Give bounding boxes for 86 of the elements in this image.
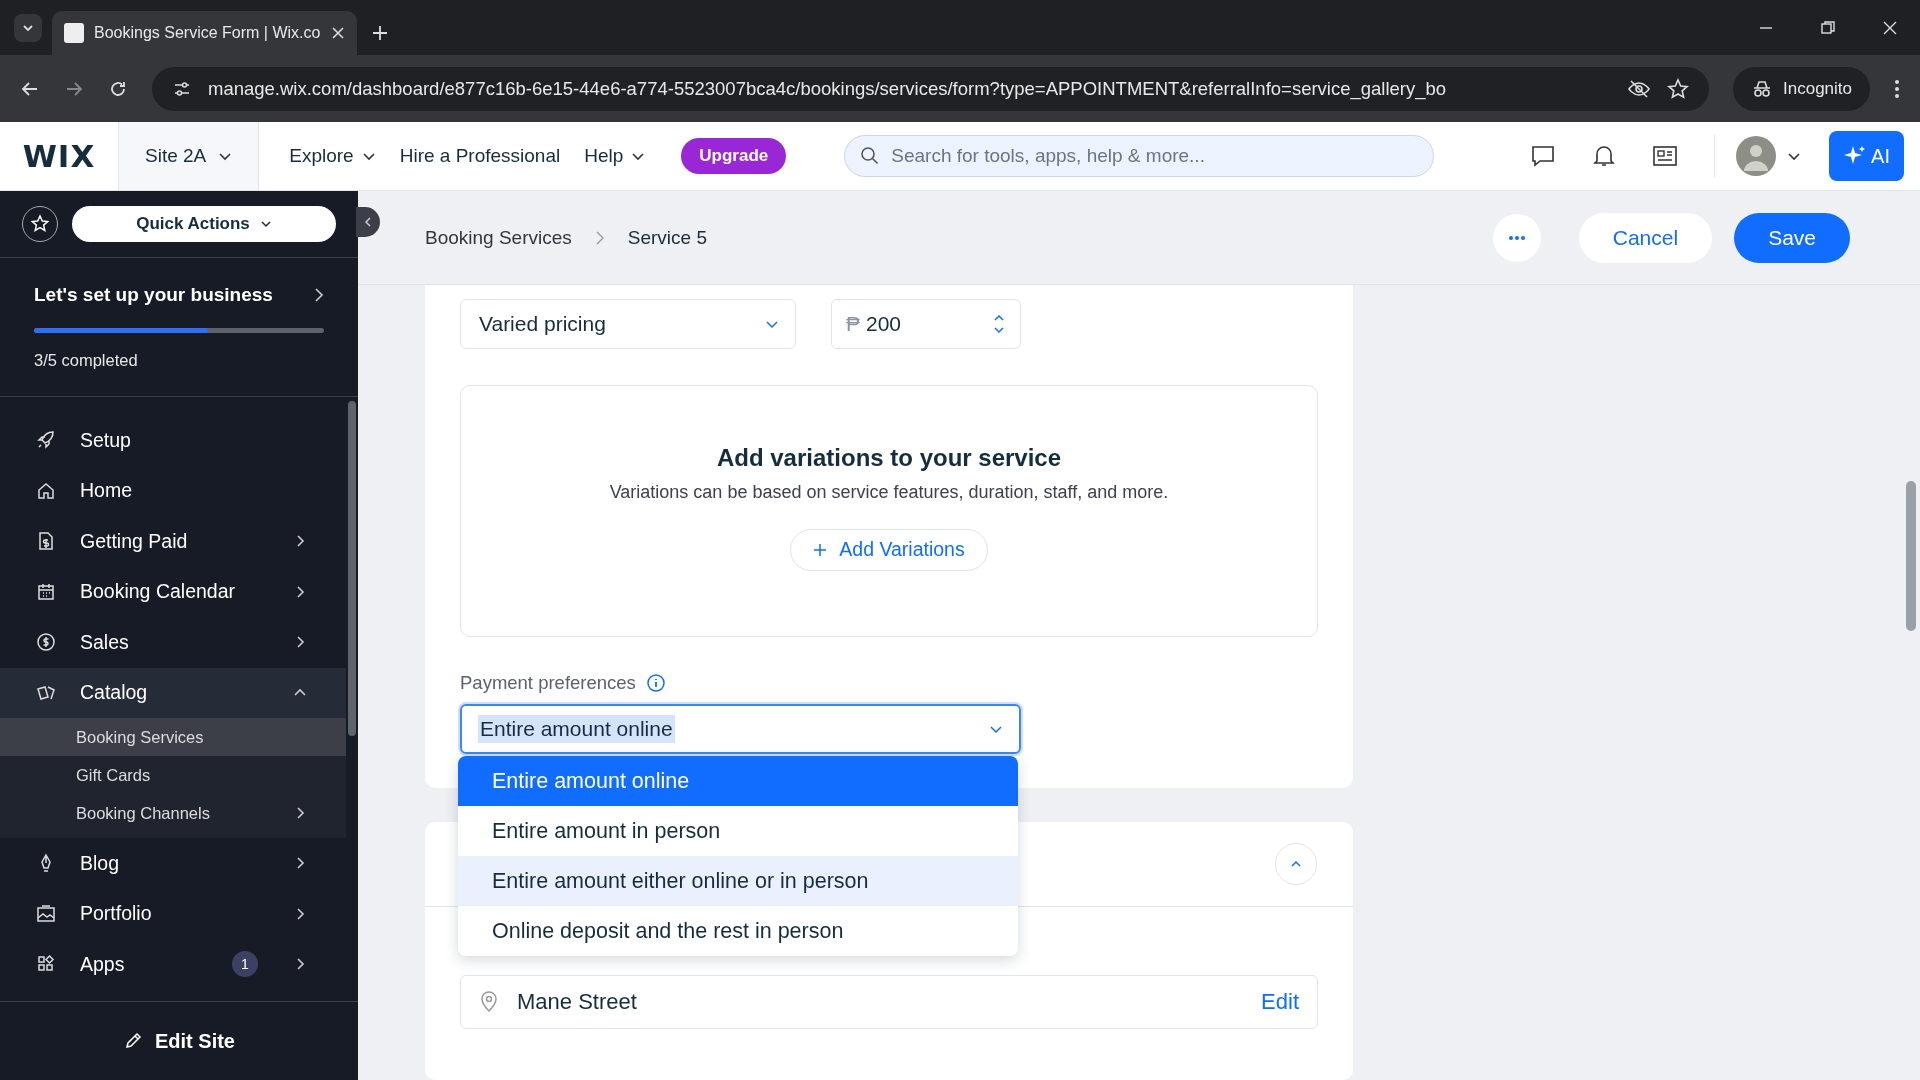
- avatar-icon[interactable]: [1735, 135, 1778, 177]
- field-label: Payment preferences: [460, 672, 636, 694]
- calendar-icon: [36, 581, 56, 602]
- sidebar-subitem[interactable]: Gift Cards: [0, 756, 346, 794]
- sidebar-item[interactable]: Catalog: [0, 667, 346, 718]
- eye-slash-icon[interactable]: [1627, 78, 1651, 99]
- browser-tab[interactable]: Bookings Service Form | Wix.co: [52, 11, 357, 55]
- sidebar-item[interactable]: Booking Calendar: [0, 566, 346, 617]
- dropdown-option[interactable]: Entire amount online: [458, 756, 1018, 806]
- collapse-sidebar-button[interactable]: [356, 207, 380, 237]
- scrollbar[interactable]: [1906, 481, 1916, 631]
- save-button[interactable]: Save: [1734, 212, 1850, 263]
- plus-icon: [813, 542, 828, 557]
- tab-search-button[interactable]: [14, 14, 42, 42]
- incognito-icon: [1751, 79, 1773, 98]
- caret-icon[interactable]: [631, 151, 646, 161]
- quick-actions-button[interactable]: Quick Actions: [72, 206, 336, 242]
- sidebar-item[interactable]: Blog: [0, 838, 346, 889]
- sidebar-item[interactable]: Sales: [0, 617, 346, 668]
- site-selector[interactable]: Site 2A: [118, 122, 260, 190]
- dollar-circle-icon: [36, 632, 56, 653]
- site-name: Site 2A: [145, 145, 207, 167]
- breadcrumb-link[interactable]: Booking Services: [425, 226, 572, 249]
- variations-description: Variations can be based on service features, duration, staff, and more.: [609, 481, 1169, 503]
- price-type-dropdown[interactable]: Varied pricing: [460, 299, 796, 349]
- address-field[interactable]: manage.wix.com/dashboard/e877c16b-6e15-44e6-a774-5523007bca4c/bookings/services/form?type=APPOINTMENT&referralInfo=service_gallery_bo: [152, 66, 1709, 111]
- close-icon[interactable]: [331, 26, 345, 40]
- caret-icon: [218, 151, 233, 161]
- cancel-button[interactable]: Cancel: [1578, 212, 1713, 263]
- restore-icon[interactable]: [1820, 20, 1836, 36]
- payment-preferences-dropdown[interactable]: Entire amount online: [460, 704, 1021, 754]
- favicon-icon: [64, 23, 84, 43]
- caret-icon: [989, 724, 1003, 734]
- kebab-menu-icon[interactable]: [1894, 78, 1900, 99]
- chat-icon[interactable]: [1530, 144, 1557, 168]
- chevron-up-icon: [1290, 860, 1302, 868]
- scrollbar[interactable]: [348, 401, 356, 736]
- sidebar-item[interactable]: Apps 1: [0, 939, 346, 990]
- new-tab-icon[interactable]: [371, 24, 389, 42]
- stepper-icon[interactable]: [992, 312, 1006, 336]
- chevron-left-icon: [363, 216, 373, 228]
- variations-title: Add variations to your service: [716, 443, 1062, 472]
- pencil-icon: [123, 1031, 143, 1051]
- top-menu-item[interactable]: Hire a Professional: [399, 145, 561, 167]
- setup-link[interactable]: Let's set up your business: [34, 284, 273, 306]
- dropdown-option[interactable]: Entire amount either online or in person: [458, 856, 1018, 906]
- ai-button[interactable]: AI: [1829, 131, 1904, 181]
- wix-logo[interactable]: WIX: [0, 138, 118, 174]
- caret-icon[interactable]: [1787, 151, 1802, 161]
- search-field[interactable]: Search for tools, apps, help & more...: [844, 135, 1435, 177]
- bell-icon[interactable]: [1592, 143, 1617, 169]
- progress-text: 3/5 completed: [34, 351, 139, 370]
- rocket-icon: [36, 430, 56, 451]
- sidebar-subitem[interactable]: Booking Services: [0, 718, 346, 756]
- caret-icon: [259, 220, 272, 228]
- close-icon[interactable]: [1882, 20, 1898, 36]
- top-menu-item[interactable]: Explore: [289, 145, 354, 167]
- top-menu-item[interactable]: Help: [584, 145, 624, 167]
- star-icon[interactable]: [1667, 77, 1689, 100]
- sidebar-item[interactable]: Getting Paid: [0, 516, 346, 567]
- edit-link[interactable]: Edit: [1261, 989, 1299, 1015]
- sidebar-item[interactable]: Portfolio: [0, 888, 346, 939]
- location-field[interactable]: Mane Street Edit: [460, 975, 1318, 1029]
- image-icon: [36, 903, 56, 924]
- star-icon: [29, 213, 51, 235]
- info-icon[interactable]: [645, 673, 666, 693]
- ellipsis-icon: [1506, 234, 1527, 241]
- dropdown-option[interactable]: Online deposit and the rest in person: [458, 906, 1018, 956]
- chevron-right-icon[interactable]: [314, 287, 324, 303]
- count-badge: 1: [232, 951, 258, 978]
- upgrade-button[interactable]: Upgrade: [681, 138, 787, 174]
- dropdown-option[interactable]: Entire amount in person: [458, 806, 1018, 856]
- sidebar-subitem[interactable]: Booking Channels: [0, 794, 346, 832]
- sidebar-item[interactable]: Home: [0, 465, 346, 516]
- caret-icon: [765, 319, 779, 329]
- caret-icon[interactable]: [361, 151, 376, 161]
- location-pin-icon: [479, 991, 499, 1013]
- incognito-button[interactable]: Incognito: [1733, 66, 1870, 111]
- house-icon: [36, 480, 56, 501]
- sidebar-item[interactable]: Setup: [0, 415, 346, 466]
- newspaper-icon[interactable]: [1652, 144, 1679, 168]
- edit-site-button[interactable]: Edit Site: [0, 1001, 358, 1080]
- add-variations-button[interactable]: Add Variations: [790, 528, 988, 571]
- incognito-label: Incognito: [1783, 78, 1852, 99]
- document-dollar-icon: [36, 531, 56, 552]
- price-field[interactable]: ₱ 200: [831, 299, 1021, 349]
